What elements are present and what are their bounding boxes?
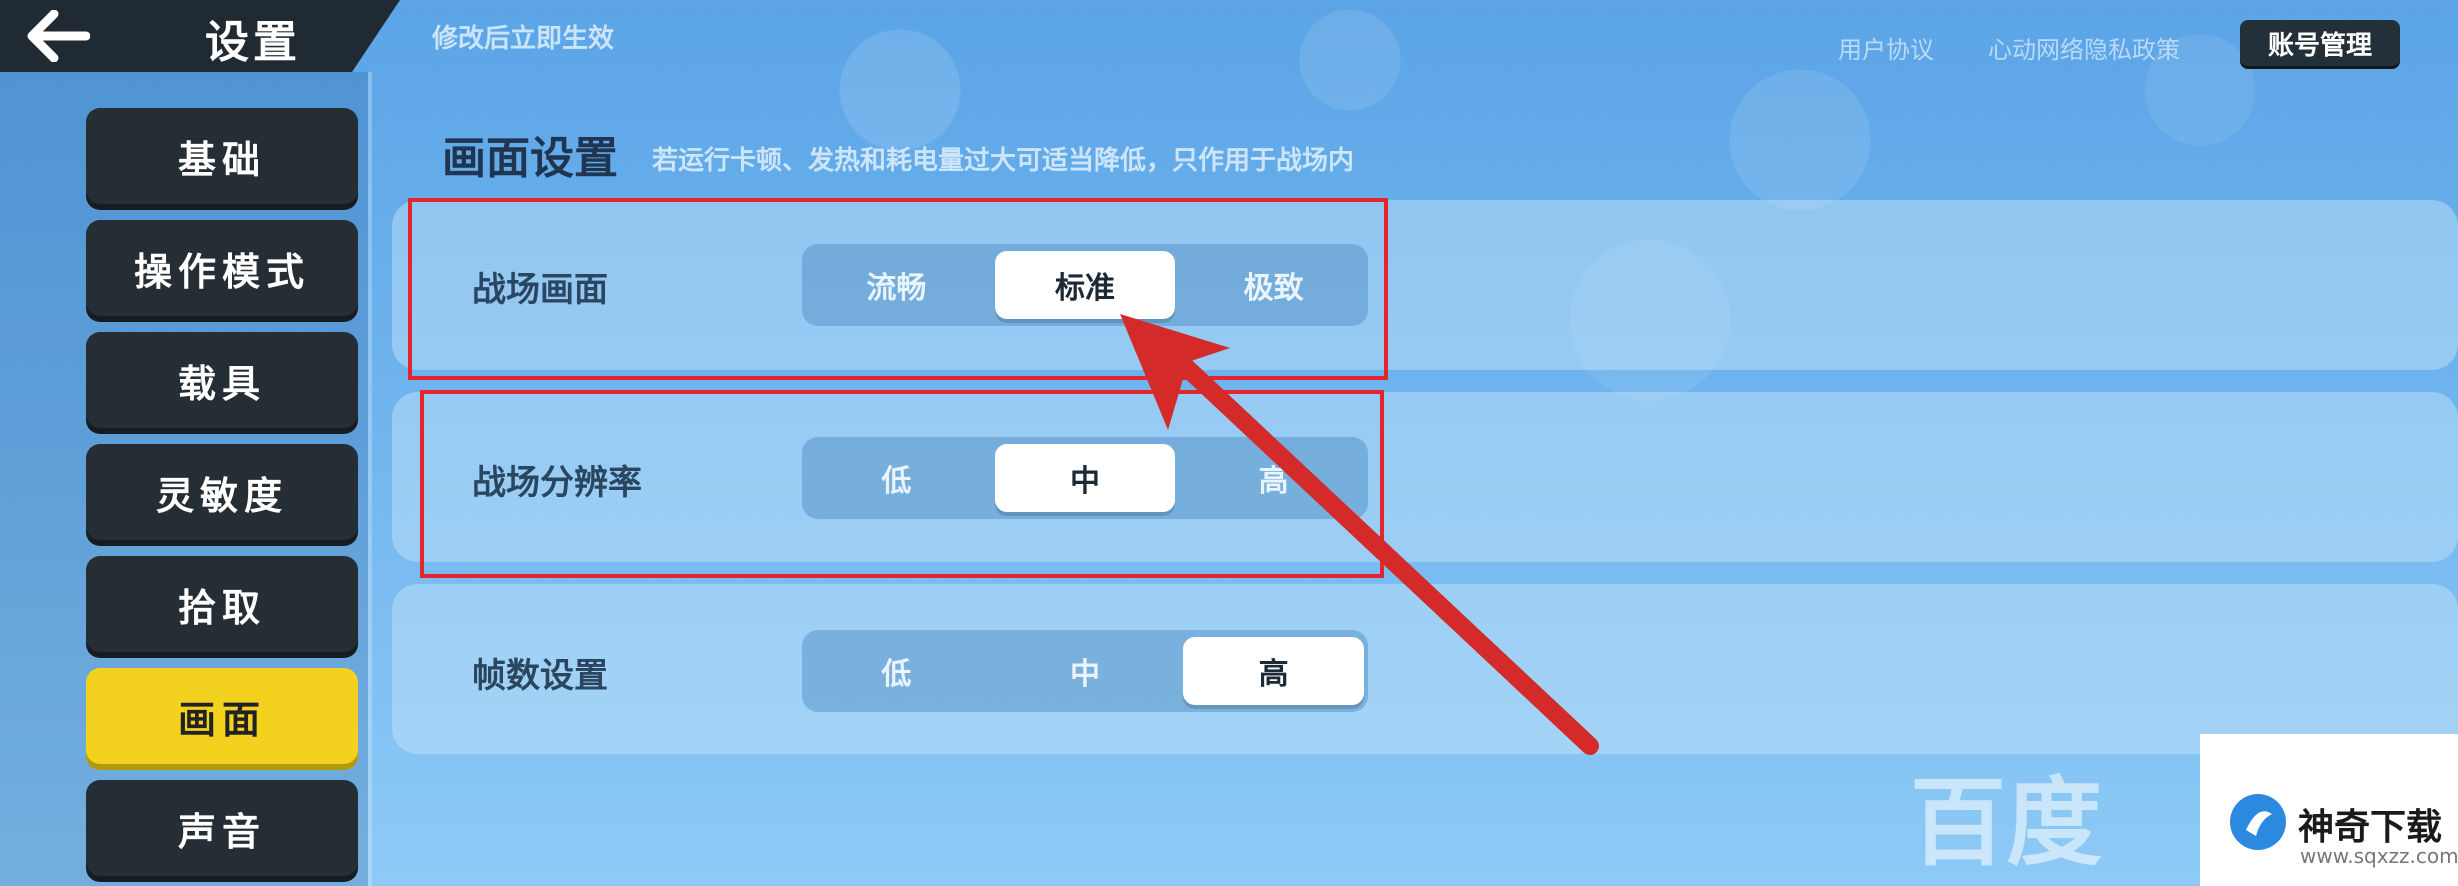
sidebar-item-pickup[interactable]: 拾取 <box>86 556 358 652</box>
brand-url: www.sqxzz.com <box>2300 844 2458 868</box>
brand-name: 神奇下载 <box>2298 807 2443 848</box>
brand-logo-icon <box>2230 794 2286 850</box>
sidebar-item-sound[interactable]: 声音 <box>86 780 358 876</box>
sidebar-item-graphics[interactable]: 画面 <box>86 668 358 764</box>
sidebar-item-sensitivity[interactable]: 灵敏度 <box>86 444 358 540</box>
privacy-policy-link[interactable]: 心动网络隐私政策 <box>1988 30 2180 65</box>
annotation-arrow-icon <box>1120 314 1599 755</box>
notice-text: 修改后立即生效 <box>432 24 615 54</box>
sidebar-item-vehicle[interactable]: 载具 <box>86 332 358 428</box>
account-management-button[interactable]: 账号管理 <box>2240 20 2400 66</box>
frame-rate-option-low[interactable]: 低 <box>806 637 987 705</box>
back-button[interactable] <box>18 6 98 66</box>
baidu-watermark: 百度 <box>1910 767 2102 879</box>
section-description: 若运行卡顿、发热和耗电量过大可适当降低，只作用于战场内 <box>652 146 1355 176</box>
sidebar-item-basic[interactable]: 基础 <box>86 108 358 204</box>
user-agreement-link[interactable]: 用户协议 <box>1838 30 1934 65</box>
frame-rate-label: 帧数设置 <box>472 656 608 696</box>
page-title: 设置 <box>205 17 301 68</box>
section-title: 画面设置 <box>442 133 618 184</box>
sidebar-divider <box>368 72 372 886</box>
arrow-left-icon <box>27 10 90 62</box>
sidebar-item-control-mode[interactable]: 操作模式 <box>86 220 358 316</box>
